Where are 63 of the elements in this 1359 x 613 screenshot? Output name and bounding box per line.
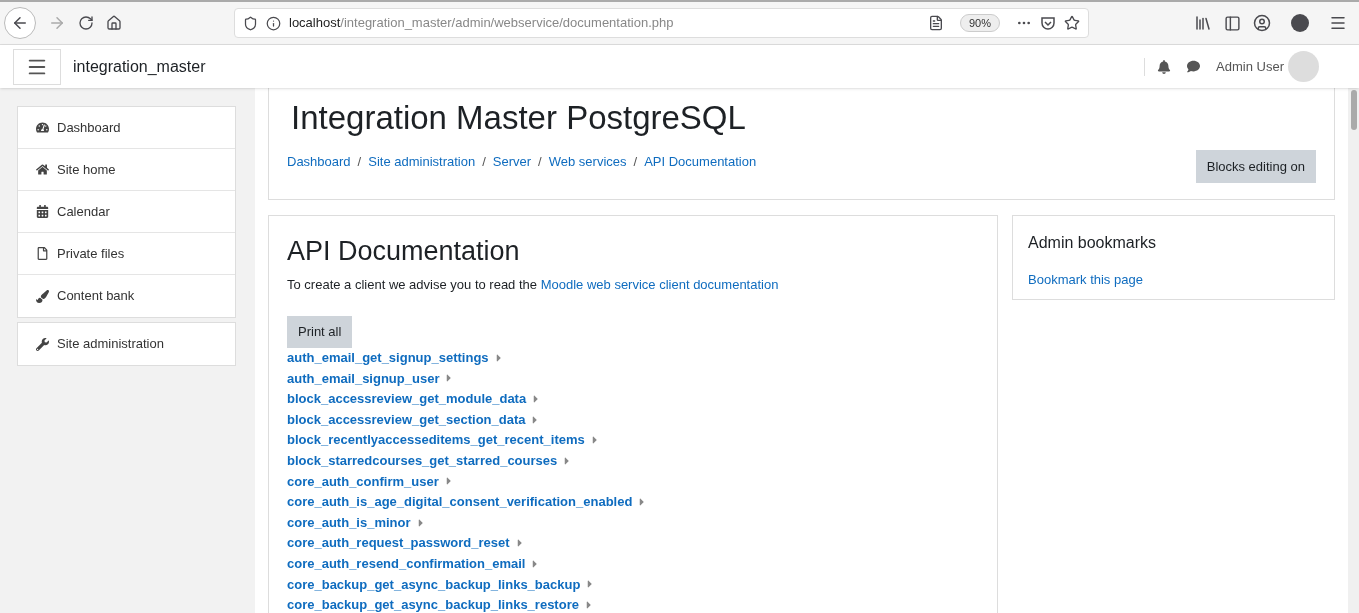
site-name[interactable]: integration_master — [73, 54, 206, 79]
breadcrumb-separator: / — [357, 153, 362, 171]
function-link[interactable]: core_auth_confirm_user — [287, 471, 439, 492]
breadcrumb-link[interactable]: Web services — [548, 152, 627, 172]
function-link[interactable]: core_auth_is_minor — [287, 512, 411, 533]
breadcrumb-link[interactable]: Dashboard — [287, 152, 351, 172]
function-link[interactable]: block_starredcourses_get_starred_courses — [287, 451, 558, 471]
breadcrumb-link[interactable]: API Documentation — [644, 152, 757, 172]
reload-icon[interactable] — [78, 15, 94, 31]
chat-icon[interactable] — [1187, 60, 1201, 73]
reader-icon[interactable] — [927, 15, 944, 31]
function-link[interactable]: auth_email_signup_user — [287, 368, 440, 389]
section-title: API Documentation — [287, 235, 521, 268]
breadcrumb-link[interactable]: Server — [492, 152, 532, 172]
function-link[interactable]: block_recentlyaccesseditems_get_recent_items — [287, 430, 585, 450]
function-link[interactable]: block_accessreview_get_section_data — [287, 409, 526, 430]
gauge-icon — [36, 121, 49, 134]
breadcrumb-separator: / — [538, 153, 542, 171]
shield-icon[interactable] — [243, 15, 258, 31]
function-link[interactable]: block_accessreview_get_module_data — [287, 389, 527, 409]
home-icon — [36, 163, 49, 176]
breadcrumb-link[interactable]: Site administration — [368, 152, 476, 172]
extension-icon[interactable] — [1291, 14, 1309, 32]
function-link[interactable]: core_auth_is_age_digital_consent_verification_enabled — [287, 492, 633, 512]
brush-icon — [36, 289, 49, 303]
back-button[interactable] — [4, 7, 36, 39]
doc-link[interactable]: Moodle web service client documentation — [540, 277, 779, 292]
library-icon[interactable] — [1194, 14, 1212, 32]
function-link[interactable]: core_auth_request_password_reset — [287, 533, 510, 553]
breadcrumb-separator: / — [482, 153, 486, 171]
home-icon[interactable] — [106, 15, 122, 31]
intro-text: To create a client we advise you to read the Moodle web service client documentation — [287, 276, 780, 294]
wrench-icon — [36, 337, 49, 351]
page-title: Integration Master PostgreSQL — [290, 98, 747, 138]
function-link[interactable]: core_auth_resend_confirmation_email — [287, 554, 526, 574]
function-link[interactable]: auth_email_get_signup_settings — [287, 348, 489, 368]
menu-icon[interactable] — [1329, 14, 1347, 32]
pocket-icon[interactable] — [1040, 15, 1056, 31]
user-name[interactable]: Admin User — [1216, 56, 1284, 77]
url-text: localhost/integration_master/admin/webservice/documentation.php — [289, 14, 674, 33]
calendar-icon — [36, 205, 49, 218]
bookmark-link[interactable]: Bookmark this page — [1028, 270, 1319, 290]
print-all-button[interactable]: Print all — [287, 315, 353, 348]
account-icon[interactable] — [1253, 14, 1271, 32]
nav-item[interactable]: Site administration — [18, 323, 235, 365]
nav-item[interactable]: Dashboard — [18, 107, 235, 149]
nav-item[interactable]: Content bank — [18, 275, 235, 317]
nav-item[interactable]: Calendar — [18, 191, 235, 233]
menu-button[interactable] — [13, 48, 61, 85]
file-icon — [36, 247, 49, 260]
blocks-editing-button[interactable]: Blocks editing on — [1195, 150, 1316, 183]
address-bar[interactable]: localhost/integration_master/admin/webservice/documentation.php 90% — [234, 8, 1089, 38]
breadcrumb-separator: / — [633, 153, 638, 171]
function-link[interactable]: core_backup_get_async_backup_links_restore — [287, 595, 579, 613]
function-link[interactable]: core_backup_get_async_backup_links_backup — [287, 574, 581, 595]
zoom-badge[interactable]: 90% — [959, 13, 1000, 33]
nav-item[interactable]: Private files — [18, 233, 235, 275]
sidebar-icon[interactable] — [1224, 14, 1241, 32]
info-icon[interactable] — [266, 15, 281, 31]
bookmarks-title: Admin bookmarks — [1028, 233, 1158, 253]
bell-icon[interactable] — [1157, 59, 1172, 74]
nav-item[interactable]: Site home — [18, 149, 235, 191]
star-icon[interactable] — [1064, 15, 1080, 31]
